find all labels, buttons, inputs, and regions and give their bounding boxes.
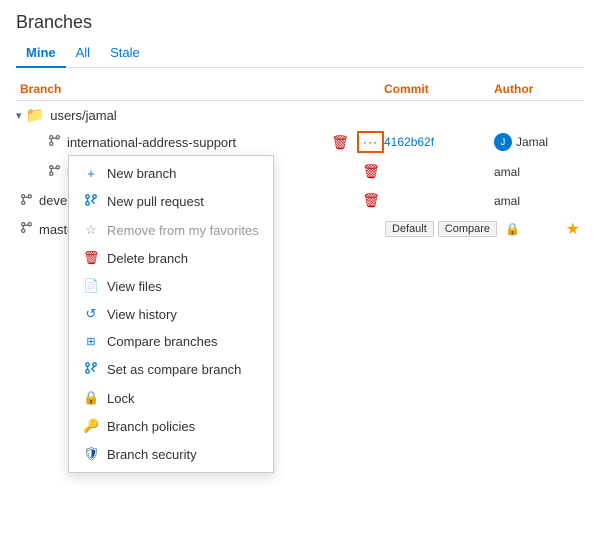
page-title: Branches [16, 12, 584, 33]
branch-table: ▾ 📁 users/jamal international-address-su… [16, 101, 584, 243]
compare-icon: ⊞ [83, 335, 99, 348]
branch-icon-readme-fix [48, 164, 61, 180]
shield-icon: 🛡 [83, 446, 99, 462]
branch-row-international: international-address-support 🗑 ··· 4162… [16, 127, 584, 157]
trash-icon: 🗑 [83, 250, 99, 266]
menu-label-view-history: View history [107, 307, 177, 322]
branch-row-inner-international: international-address-support 🗑 ··· 4162… [16, 127, 584, 157]
policies-icon: 🔑 [83, 418, 99, 434]
group-row-users-jamal[interactable]: ▾ 📁 users/jamal [16, 101, 584, 127]
menu-item-lock[interactable]: 🔒 Lock [69, 384, 273, 412]
branch-icon-international [48, 134, 61, 150]
branch-actions-readme-fix: 🗑 [324, 161, 384, 182]
menu-item-view-history[interactable]: ↺ View history [69, 300, 273, 328]
delete-button-international[interactable]: 🗑 [327, 132, 353, 153]
folder-icon: 📁 [26, 106, 45, 124]
group-name: users/jamal [50, 108, 116, 123]
menu-item-new-pull-request[interactable]: New pull request [69, 187, 273, 216]
author-name-develop: amal [494, 194, 520, 208]
delete-button-readme-fix[interactable]: 🗑 [358, 161, 384, 182]
branch-icon-develop [20, 193, 33, 209]
set-compare-icon [83, 361, 99, 378]
menu-item-compare-branches[interactable]: ⊞ Compare branches [69, 328, 273, 355]
badge-default: Default [385, 221, 434, 237]
tab-all[interactable]: All [66, 41, 100, 68]
badge-compare: Compare [438, 221, 497, 237]
menu-item-delete-branch[interactable]: 🗑 Delete branch [69, 244, 273, 272]
menu-item-view-files[interactable]: 📄 View files [69, 272, 273, 300]
menu-label-branch-security: Branch security [107, 447, 197, 462]
author-develop: amal [494, 194, 584, 208]
plus-icon: + [83, 166, 99, 181]
menu-label-branch-policies: Branch policies [107, 419, 195, 434]
menu-label-compare-branches: Compare branches [107, 334, 218, 349]
tab-stale[interactable]: Stale [100, 41, 150, 68]
branch-actions-develop: 🗑 [324, 190, 384, 211]
col-header-author: Author [494, 82, 584, 96]
file-icon: 📄 [83, 278, 99, 294]
menu-label-view-files: View files [107, 279, 162, 294]
author-name-readme-fix: amal [494, 165, 520, 179]
branch-icon-master [20, 221, 33, 237]
menu-item-new-branch[interactable]: + New branch [69, 160, 273, 187]
delete-button-develop[interactable]: 🗑 [358, 190, 384, 211]
star-icon: ☆ [83, 222, 99, 238]
star-button-master[interactable]: ★ [562, 219, 584, 239]
menu-label-new-pull-request: New pull request [107, 194, 204, 209]
tab-mine[interactable]: Mine [16, 41, 66, 68]
menu-label-delete-branch: Delete branch [107, 251, 188, 266]
chevron-down-icon: ▾ [16, 109, 22, 122]
author-international: J Jamal [494, 133, 584, 151]
lock-icon: 🔒 [83, 390, 99, 406]
lock-button-master[interactable]: 🔒 [501, 220, 524, 238]
menu-label-lock: Lock [107, 391, 134, 406]
history-icon: ↺ [83, 306, 99, 322]
table-header: Branch Commit Author [16, 78, 584, 101]
branches-page: Branches Mine All Stale Branch Commit Au… [0, 0, 600, 255]
commit-international: 4162b62f [384, 135, 494, 149]
menu-item-set-compare[interactable]: Set as compare branch [69, 355, 273, 384]
col-header-commit: Commit [384, 82, 494, 96]
author-readme-fix: amal [494, 165, 584, 179]
menu-item-branch-security[interactable]: 🛡 Branch security [69, 440, 273, 468]
branch-name-international: international-address-support [67, 135, 324, 150]
more-button-international[interactable]: ··· [357, 131, 384, 153]
tabs-bar: Mine All Stale [16, 41, 584, 68]
pull-request-icon [83, 193, 99, 210]
menu-item-branch-policies[interactable]: 🔑 Branch policies [69, 412, 273, 440]
author-name-international: Jamal [516, 135, 548, 149]
avatar-international: J [494, 133, 512, 151]
menu-label-new-branch: New branch [107, 166, 176, 181]
col-header-branch: Branch [16, 82, 384, 96]
branch-actions-international: 🗑 ··· [324, 131, 384, 153]
context-menu: + New branch New pull request [68, 155, 274, 473]
menu-label-remove-favorites: Remove from my favorites [107, 223, 259, 238]
menu-label-set-compare: Set as compare branch [107, 362, 241, 377]
branch-actions-master: ★ [524, 219, 584, 239]
menu-item-remove-favorites: ☆ Remove from my favorites [69, 216, 273, 244]
